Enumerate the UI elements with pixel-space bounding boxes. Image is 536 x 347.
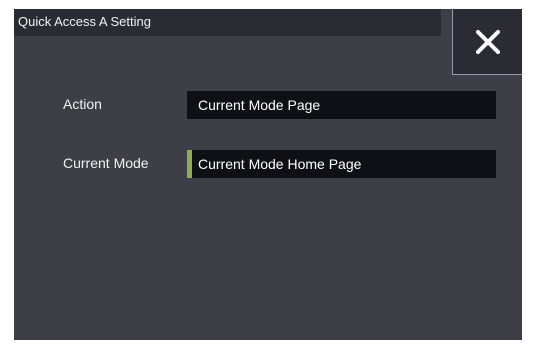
close-button[interactable] <box>452 9 522 75</box>
current-mode-label: Current Mode <box>63 155 149 171</box>
current-mode-value-field[interactable]: Current Mode Home Page <box>187 150 496 178</box>
dialog-title: Quick Access A Setting <box>18 14 151 29</box>
title-bar: Quick Access A Setting <box>14 9 441 36</box>
action-value-field[interactable]: Current Mode Page <box>187 91 496 119</box>
close-x-icon <box>476 30 500 54</box>
action-label: Action <box>63 96 102 112</box>
quick-access-setting-dialog: Quick Access A Setting Action Current Mo… <box>14 9 522 340</box>
